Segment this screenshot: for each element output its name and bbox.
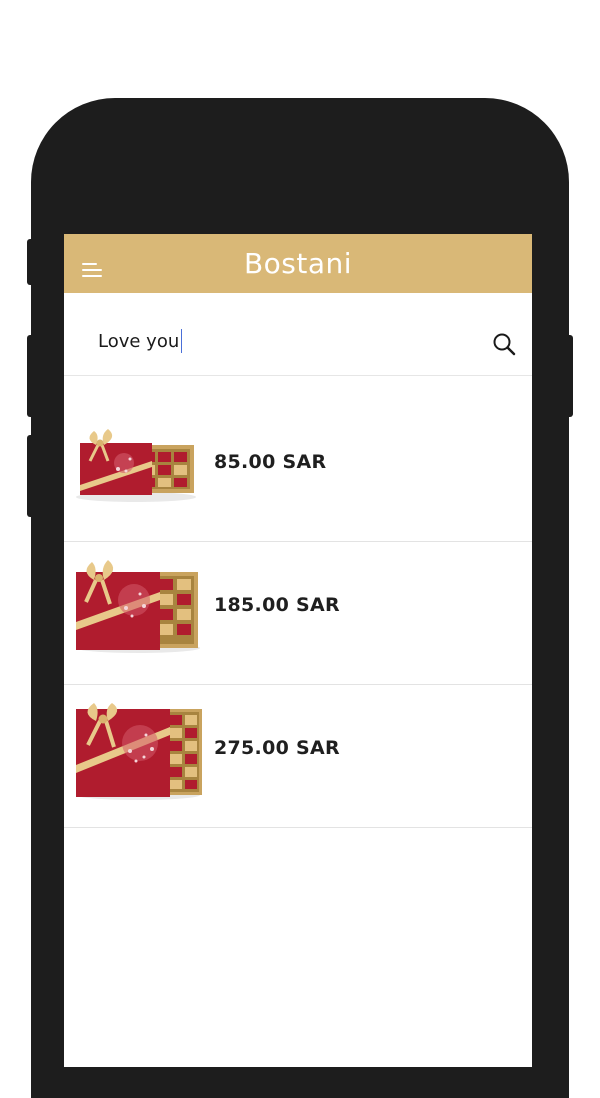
product-image [76, 560, 200, 653]
phone-power-button [567, 335, 573, 417]
list-item[interactable]: 275.00 SAR [64, 685, 532, 828]
results-list: 85.00 SAR 185.00 SAR 275.00 SAR [64, 399, 532, 828]
search-bar [64, 293, 532, 376]
app-screen: Bostani Love you 85.00 SAR 185.00 SAR 27… [64, 234, 532, 1067]
phone-volume-down-button [27, 435, 33, 517]
text-caret [181, 329, 182, 353]
app-title: Bostani [243, 247, 353, 280]
product-price: 85.00 SAR [214, 451, 327, 473]
list-item[interactable]: 85.00 SAR [64, 399, 532, 542]
phone-volume-up-button [27, 335, 33, 417]
product-price: 185.00 SAR [214, 594, 340, 616]
product-image [76, 429, 196, 502]
app-header: Bostani [64, 234, 532, 293]
phone-mute-switch [27, 239, 33, 285]
search-input[interactable] [98, 329, 438, 353]
product-price: 275.00 SAR [214, 737, 340, 759]
list-item[interactable]: 185.00 SAR [64, 542, 532, 685]
search-icon[interactable] [492, 332, 516, 356]
product-image [76, 703, 202, 800]
